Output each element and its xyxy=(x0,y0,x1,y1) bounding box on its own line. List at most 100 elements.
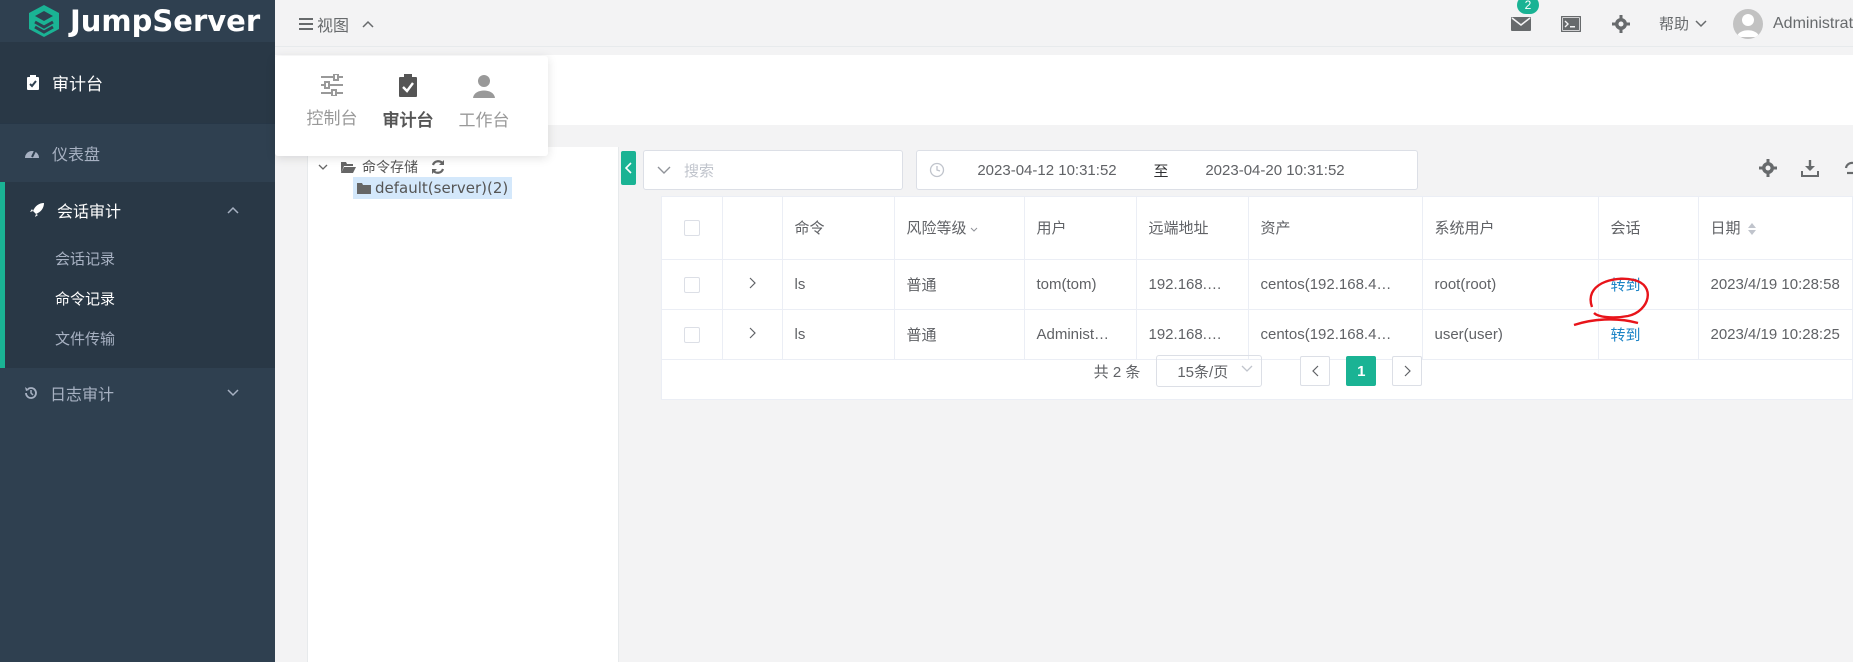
chevron-down-icon xyxy=(970,227,977,232)
main-content: 命令存储 default(server)(2) 搜索 2023-04-12 10… xyxy=(275,125,1853,662)
column-header-command: 命令 xyxy=(782,197,895,260)
cell-risk: 普通 xyxy=(894,259,1025,310)
table-header-row: 命令 风险等级 用户 远端地址 资产 系统用户 会话 日期 xyxy=(662,197,1853,260)
mail-button[interactable]: 2 xyxy=(1509,0,1539,36)
mail-badge: 2 xyxy=(1516,0,1539,14)
header-actions: 2 帮助 Administrator xyxy=(1509,0,1853,47)
view-audit[interactable]: 审计台 xyxy=(377,74,439,156)
checkbox[interactable] xyxy=(683,220,700,237)
sidebar: JumpServer 审计台 仪表盘 会话审计 会话记录 命令记录 文件传输 日… xyxy=(0,0,275,662)
terminal-button[interactable] xyxy=(1559,12,1583,36)
sidebar-header-audit[interactable]: 审计台 xyxy=(0,42,275,124)
mail-icon xyxy=(1510,16,1531,31)
cell-asset: centos(192.168.4… xyxy=(1248,259,1423,310)
history-icon xyxy=(25,387,37,399)
table-row: ls 普通 tom(tom) 192.168.… centos(192.168.… xyxy=(662,259,1853,310)
date-start[interactable]: 2023-04-12 10:31:52 xyxy=(957,162,1137,179)
user-name: Administrator xyxy=(1773,14,1853,32)
download-icon[interactable] xyxy=(1801,159,1819,177)
user-avatar-icon xyxy=(1737,13,1759,37)
column-header-session: 会话 xyxy=(1598,197,1699,260)
refresh-icon xyxy=(431,160,445,174)
sliders-icon xyxy=(321,74,343,96)
terminal-icon xyxy=(1560,15,1581,32)
logo[interactable]: JumpServer xyxy=(0,0,275,42)
pagination: 共 2 条 15条/页 1 xyxy=(662,351,1853,391)
sort-icon[interactable] xyxy=(1747,222,1757,236)
column-header-date[interactable]: 日期 xyxy=(1698,197,1853,260)
row-expand-button[interactable] xyxy=(722,259,783,310)
rocket-icon xyxy=(30,203,44,217)
column-header-risk-label: 风险等级 xyxy=(906,220,967,238)
column-header-remote: 远端地址 xyxy=(1136,197,1249,260)
view-switcher-popup: 控制台 审计台 工作台 xyxy=(275,56,548,156)
tree-root-node[interactable]: 命令存储 xyxy=(318,157,446,177)
view-workbench[interactable]: 工作台 xyxy=(453,74,515,156)
column-header-date-label: 日期 xyxy=(1710,220,1741,238)
storage-tree: 命令存储 default(server)(2) xyxy=(307,147,619,662)
gear-icon[interactable] xyxy=(1759,159,1777,177)
sidebar-item-log-audit[interactable]: 日志审计 xyxy=(0,368,275,418)
date-range-picker[interactable]: 2023-04-12 10:31:52 至 2023-04-20 10:31:5… xyxy=(916,150,1418,190)
cell-system-user: root(root) xyxy=(1422,259,1599,310)
search-input[interactable]: 搜索 xyxy=(643,150,903,190)
sidebar-header-label: 审计台 xyxy=(52,75,103,94)
column-header-risk[interactable]: 风险等级 xyxy=(894,197,1025,260)
checkbox[interactable] xyxy=(683,276,700,293)
tree-root-label: 命令存储 xyxy=(362,159,418,175)
view-console[interactable]: 控制台 xyxy=(301,74,363,156)
prev-page-button[interactable] xyxy=(1300,356,1331,386)
chevron-down-icon xyxy=(657,166,671,174)
expand-column-header xyxy=(722,197,783,260)
sidebar-item-session-audit[interactable]: 会话审计 xyxy=(0,182,275,238)
chevron-left-icon xyxy=(1311,365,1319,377)
select-all-checkbox[interactable] xyxy=(662,197,723,260)
user-icon xyxy=(473,75,495,98)
date-end[interactable]: 2023-04-20 10:31:52 xyxy=(1185,162,1365,179)
help-menu[interactable]: 帮助 xyxy=(1659,13,1707,34)
logo-text: JumpServer xyxy=(70,4,261,38)
gear-icon xyxy=(1611,14,1630,33)
cell-remote: 192.168.… xyxy=(1136,259,1249,310)
folder-icon xyxy=(357,183,371,194)
page-size-select[interactable]: 15条/页 xyxy=(1156,355,1263,387)
avatar xyxy=(1733,8,1763,39)
settings-button[interactable] xyxy=(1609,12,1633,36)
folder-open-icon xyxy=(341,161,356,173)
chevron-right-icon xyxy=(1404,365,1411,377)
tree-node-default-server[interactable]: default(server)(2) xyxy=(353,177,513,199)
sidebar-item-label: 会话审计 xyxy=(57,204,122,221)
page-size-value: 15条/页 xyxy=(1177,363,1229,381)
column-header-user: 用户 xyxy=(1024,197,1137,260)
chevron-right-icon xyxy=(749,277,756,288)
view-console-label: 控制台 xyxy=(306,109,358,128)
chevron-down-icon xyxy=(1241,365,1253,372)
sidebar-item-dashboard[interactable]: 仪表盘 xyxy=(0,124,275,182)
view-audit-label: 审计台 xyxy=(382,111,434,130)
sidebar-subitem-file-transfer[interactable]: 文件传输 xyxy=(5,318,275,358)
tree-node-label: default(server)(2) xyxy=(375,179,509,197)
view-toggle[interactable]: 视图 xyxy=(299,12,375,36)
chevron-down-icon xyxy=(1695,19,1707,27)
cell-command: ls xyxy=(782,259,895,310)
refresh-icon[interactable] xyxy=(1843,159,1853,177)
collapse-tree-button[interactable] xyxy=(621,151,636,185)
sidebar-subitem-command-records[interactable]: 命令记录 xyxy=(5,278,275,318)
next-page-button[interactable] xyxy=(1392,356,1423,386)
view-toggle-label: 视图 xyxy=(317,18,350,35)
goto-session-link[interactable]: 转到 xyxy=(1611,277,1641,294)
page-number-button[interactable]: 1 xyxy=(1346,356,1377,386)
row-checkbox-cell[interactable] xyxy=(662,259,723,310)
command-records-table: 命令 风险等级 用户 远端地址 资产 系统用户 会话 日期 ls 普通 tom(… xyxy=(661,196,1853,400)
cell-session: 转到 xyxy=(1598,259,1699,310)
clock-icon xyxy=(929,162,945,178)
date-separator: 至 xyxy=(1153,162,1169,180)
sidebar-subitem-session-records[interactable]: 会话记录 xyxy=(5,238,275,278)
sidebar-item-label: 日志审计 xyxy=(50,387,115,404)
pagination-total: 共 2 条 xyxy=(1093,363,1141,381)
goto-session-link[interactable]: 转到 xyxy=(1611,327,1641,344)
user-menu[interactable]: Administrator xyxy=(1733,8,1853,39)
jumpserver-logo-icon xyxy=(29,5,59,37)
cell-user: tom(tom) xyxy=(1024,259,1137,310)
checkbox[interactable] xyxy=(683,326,700,343)
